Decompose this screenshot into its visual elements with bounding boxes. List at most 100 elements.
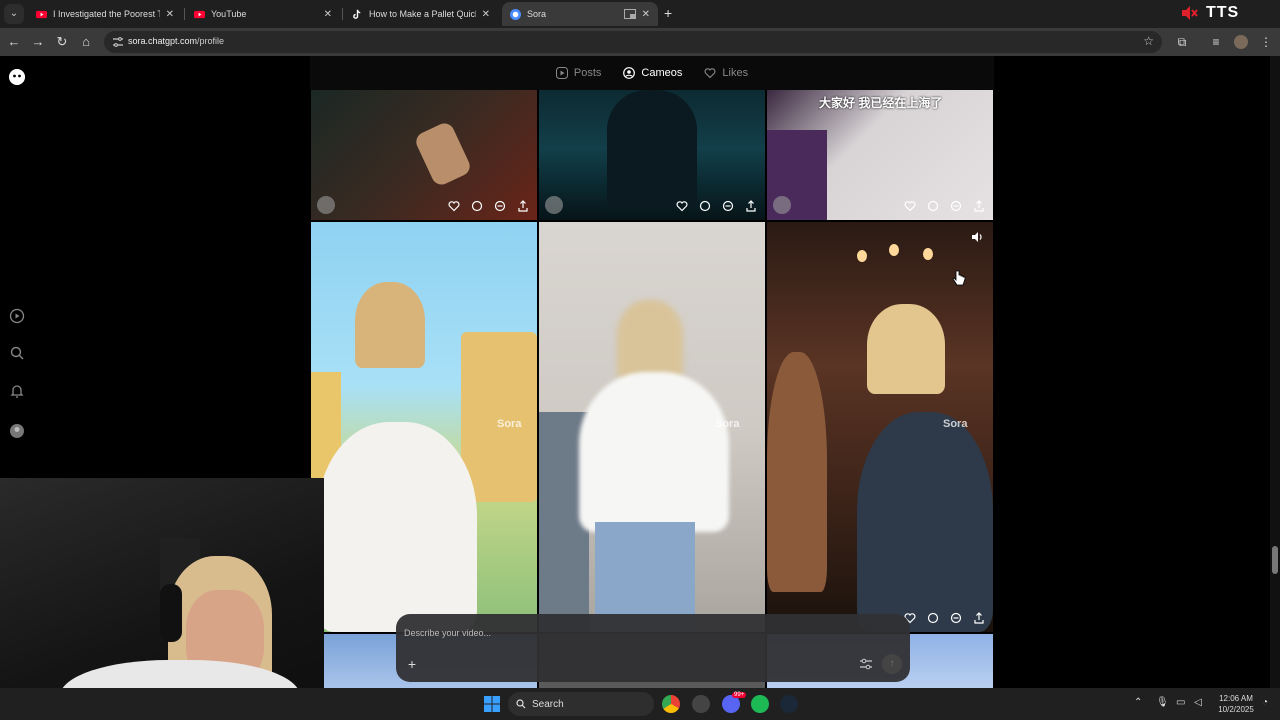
tab-search-button[interactable]: ⌄ [4,4,24,24]
sora-logo-icon[interactable] [9,69,25,85]
tile-actions [676,200,757,212]
video-tile[interactable] [539,90,765,220]
tab-title: I Investigated the Poorest Town [53,9,160,19]
bell-icon[interactable] [9,383,25,399]
share-icon[interactable] [973,200,985,212]
bookmark-star-icon[interactable]: ☆ [1143,34,1154,48]
video-tile[interactable]: 大家好 我已经在上海了 [767,90,993,220]
speaker-icon[interactable] [971,230,985,244]
youtube-icon [36,10,47,18]
close-tab-icon[interactable]: ✕ [166,9,174,20]
notification-badge: 99+ [732,692,747,698]
heart-icon[interactable] [676,200,688,212]
video-tile[interactable]: Sora [539,222,765,632]
share-icon[interactable] [745,200,757,212]
scrollbar-thumb[interactable] [1272,546,1278,574]
light-bulb [889,244,899,256]
microphone-icon[interactable]: 🎙 [1156,697,1169,708]
share-icon[interactable] [517,200,529,212]
play-icon[interactable] [9,308,25,324]
share-icon[interactable] [973,612,985,624]
windows-start-icon[interactable] [484,696,500,712]
browser-tab-4-active[interactable]: Sora ✕ [502,2,658,26]
search-icon [516,699,526,709]
comment-icon[interactable] [927,200,939,212]
profile-tab-bar: Posts Cameos Likes [310,56,994,90]
tts-extension[interactable]: TTS [1180,4,1239,22]
tab-cameos[interactable]: Cameos [623,67,682,79]
headphones [160,584,182,642]
home-icon[interactable]: ⌂ [78,34,94,50]
creator-avatar[interactable] [545,196,563,214]
address-bar[interactable]: sora.chatgpt.com/profile ☆ [104,31,1162,53]
tab-title: YouTube [211,9,247,19]
comment-icon[interactable] [927,612,939,624]
spotify-icon[interactable] [751,695,769,713]
video-tile[interactable] [311,90,537,220]
tab-title: How to Make a Pallet Quickly a [369,9,476,19]
notification-bell-icon[interactable]: ◔ [1262,697,1268,708]
comment-icon[interactable] [699,200,711,212]
tab-posts[interactable]: Posts [555,67,601,79]
creator-avatar[interactable] [317,196,335,214]
light-bulb [857,250,867,262]
remix-icon[interactable] [722,200,734,212]
back-arrow-icon[interactable]: ← [6,34,22,50]
media-controls-icon[interactable]: ≡ [1208,34,1224,50]
browser-tab-2[interactable]: YouTube ✕ [186,2,340,26]
user-circle-icon [623,67,636,79]
video-thumbnail [607,90,697,210]
clock[interactable]: 12:06 AM 10/2/2025 [1212,693,1260,715]
tile-actions [448,200,529,212]
light-bulb [923,248,933,260]
remix-icon[interactable] [494,200,506,212]
forward-arrow-icon[interactable]: → [30,34,46,50]
browser-tab-3[interactable]: How to Make a Pallet Quickly a ✕ [344,2,498,26]
browser-tab-1[interactable]: I Investigated the Poorest Town ✕ [28,2,182,26]
tab-label: Cameos [641,67,683,79]
clock-date: 10/2/2025 [1218,705,1254,714]
site-info-icon[interactable] [112,36,124,48]
clock-time: 12:06 AM [1219,694,1253,703]
network-icon[interactable]: ▭ [1176,697,1185,708]
settings-sliders-icon[interactable] [858,656,874,672]
app-icon[interactable] [692,695,710,713]
remix-icon[interactable] [950,612,962,624]
extensions-puzzle-icon[interactable]: ⧉ [1174,34,1190,50]
tile-actions [904,612,985,624]
url-path: /profile [197,36,225,46]
video-thumbnail [461,332,537,502]
page-scrollbar[interactable] [1270,56,1280,688]
profile-avatar-icon[interactable] [9,423,25,439]
person-body [317,422,477,632]
browser-menu-icon[interactable]: ⋮ [1258,34,1274,50]
creator-avatar[interactable] [773,196,791,214]
taskbar-search[interactable]: Search [508,692,654,716]
remix-icon[interactable] [950,200,962,212]
volume-icon[interactable]: ◁ [1194,697,1202,708]
chrome-icon[interactable] [662,695,680,713]
tab-likes[interactable]: Likes [704,67,748,79]
close-tab-icon[interactable]: ✕ [482,9,490,20]
add-attachment-button[interactable]: + [404,656,420,672]
new-tab-button[interactable]: + [664,5,672,21]
search-icon[interactable] [9,345,25,361]
video-tile[interactable]: Sora [311,222,537,632]
reload-icon[interactable]: ↻ [54,34,70,50]
url-host: sora.chatgpt.com [128,36,198,46]
person-head [867,304,945,394]
send-arrow-icon[interactable]: ↑ [882,654,902,674]
person-head [617,300,683,380]
comment-icon[interactable] [471,200,483,212]
prompt-input[interactable]: Describe your video... [404,628,491,638]
steam-icon[interactable] [780,695,798,713]
windows-taskbar: Search 99+ ⌃ 🎙 ▭ ◁ 12:06 AM 10/2/2025 ◔ [0,688,1280,720]
chevron-up-icon[interactable]: ⌃ [1134,697,1142,708]
close-tab-icon[interactable]: ✕ [324,9,332,20]
picture-in-picture-icon[interactable] [623,9,636,19]
heart-icon[interactable] [448,200,460,212]
tile-actions [904,200,985,212]
heart-icon[interactable] [904,200,916,212]
close-tab-icon[interactable]: ✕ [642,9,650,20]
profile-avatar[interactable] [1234,35,1248,49]
